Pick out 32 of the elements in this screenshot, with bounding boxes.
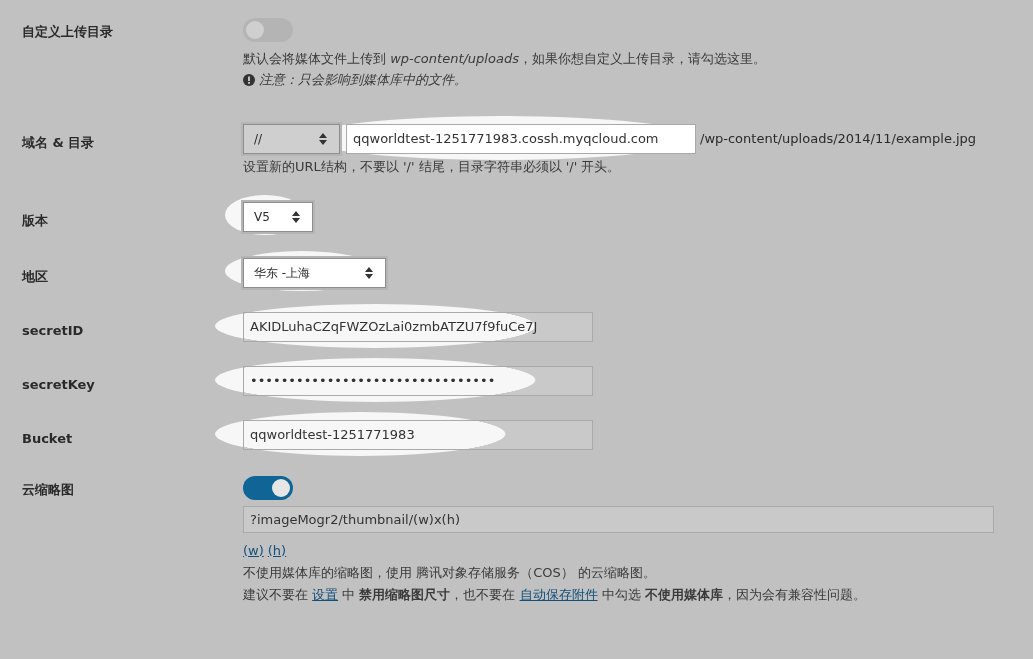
select-field[interactable]: 华东 -上海 [243, 257, 386, 288]
note-text: 注意：只会影响到媒体库中的文件。 [259, 71, 467, 89]
settings-link[interactable]: 自动保存附件 [519, 587, 598, 602]
description-text: 默认会将媒体文件上传到 wp-content/uploads，如果你想自定义上传目录，请勾选这里。 [243, 50, 767, 68]
description-text: 不使用媒体库的缩略图，使用 腾讯对象存储服务（COS） 的云缩略图。 [243, 564, 657, 582]
hint-text: 设置新的URL结构，不要以 '/' 结尾，目录字符串必须以 '/' 开头。 [243, 157, 622, 176]
field-label: 地区 [22, 267, 49, 286]
exclamation-icon [243, 73, 255, 86]
token-link[interactable]: (w) [243, 540, 264, 560]
input-field[interactable]: ?imageMogr2/thumbnail/(w)x(h) [243, 505, 994, 533]
input-field[interactable]: qqworldtest-1251771983.cossh.myqcloud.com [346, 123, 696, 154]
updown-arrow-icon [292, 210, 300, 223]
field-label: 云缩略图 [22, 480, 75, 499]
input-field[interactable]: qqworldtest-1251771983 [243, 419, 593, 450]
input-field[interactable]: •••••••••••••••••••••••••••••••• [243, 365, 593, 396]
updown-arrow-icon [365, 266, 373, 279]
field-label: secretID [22, 321, 85, 340]
toggle-switch[interactable] [243, 18, 293, 42]
description-text: 建议不要在 设置 中 禁用缩略图尺寸，也不要在 自动保存附件 中勾选 不使用媒体库，因为会有兼容性问题。 [243, 586, 867, 604]
field-label: 自定义上传目录 [22, 23, 114, 41]
token-link[interactable]: (h) [267, 540, 287, 560]
select-field[interactable]: // [243, 123, 340, 154]
select-field[interactable]: V5 [243, 201, 313, 232]
url-suffix: /wp-content/uploads/2014/11/example.jpg [700, 129, 977, 148]
field-label: 版本 [22, 211, 49, 230]
field-label: Bucket [22, 429, 74, 448]
settings-link[interactable]: 设置 [312, 587, 339, 602]
field-label: secretKey [22, 375, 96, 394]
updown-arrow-icon [319, 132, 327, 145]
field-label: 域名 & 目录 [22, 133, 96, 152]
input-field[interactable]: AKIDLuhaCZqFWZOzLai0zmbATZU7f9fuCe7J [243, 311, 593, 342]
toggle-switch[interactable] [243, 475, 293, 500]
